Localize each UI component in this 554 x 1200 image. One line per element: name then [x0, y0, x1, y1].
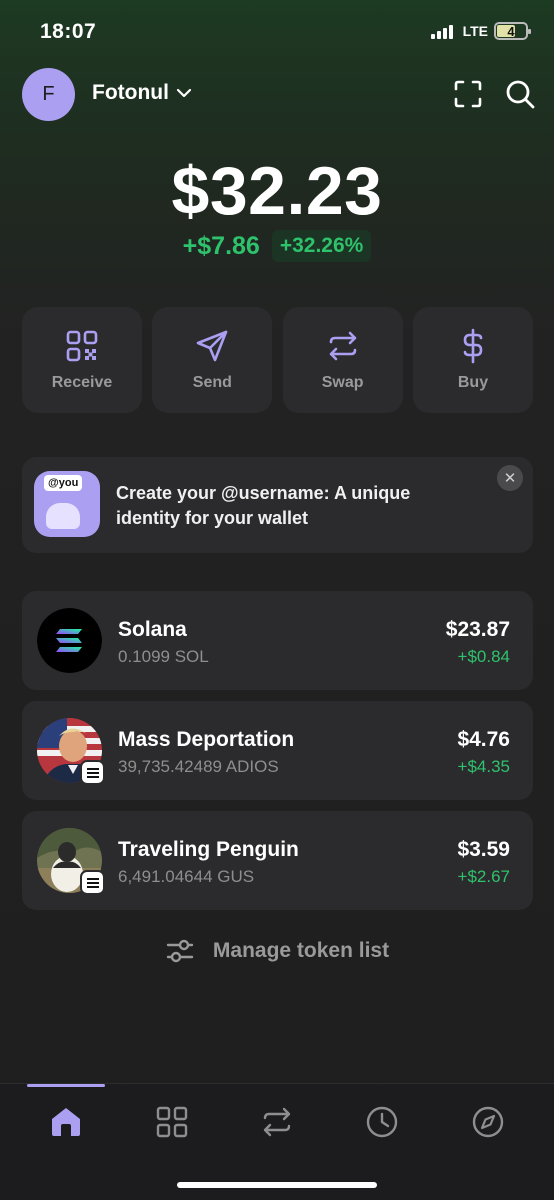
buy-button[interactable]: Buy: [412, 307, 533, 413]
status-bar: 18:07 LTE 4: [0, 0, 554, 64]
account-name: Fotonul: [92, 81, 169, 104]
receive-label: Receive: [51, 374, 113, 391]
balance-change: +$7.86 +32.26%: [0, 230, 554, 262]
ghost-icon: [46, 503, 80, 529]
swap-button[interactable]: Swap: [282, 307, 403, 413]
username-illustration: @you: [34, 471, 100, 537]
search-icon[interactable]: [504, 78, 536, 110]
username-promo-banner[interactable]: @you Create your @username: A unique ide…: [22, 457, 533, 553]
token-name: Traveling Penguin: [118, 838, 299, 861]
sliders-icon: [166, 939, 194, 963]
token-change: +$4.35: [457, 757, 510, 776]
token-change: +$2.67: [457, 867, 510, 886]
token-change: +$0.84: [457, 647, 510, 666]
token-value: $3.59: [457, 838, 510, 861]
balance-change-percent: +32.26%: [271, 230, 372, 262]
token-row-mass-deportation[interactable]: Mass Deportation 39,735.42489 ADIOS $4.7…: [22, 701, 533, 800]
status-time: 18:07: [40, 20, 97, 43]
history-icon[interactable]: [364, 1104, 400, 1140]
signal-icon: [430, 23, 453, 39]
grid-icon[interactable]: [154, 1104, 190, 1140]
home-icon[interactable]: [48, 1104, 84, 1140]
promo-text: Create your @username: A unique identity…: [116, 483, 411, 528]
send-icon: [197, 330, 228, 362]
avatar[interactable]: F: [22, 68, 75, 121]
receive-button[interactable]: Receive: [22, 307, 142, 413]
username-tag: @you: [44, 475, 83, 491]
swap-icon[interactable]: [259, 1104, 295, 1140]
close-icon[interactable]: ✕: [497, 465, 523, 491]
scan-icon[interactable]: [452, 78, 484, 110]
bottom-tab-bar: [0, 1083, 554, 1200]
token-name: Mass Deportation: [118, 728, 295, 751]
swap-icon: [329, 331, 356, 361]
solana-chain-badge-icon: [80, 870, 105, 895]
manage-token-list-button[interactable]: Manage token list: [0, 936, 554, 966]
active-tab-indicator: [27, 1084, 105, 1087]
battery-icon: 4: [494, 22, 531, 40]
account-switcher[interactable]: Fotonul: [92, 81, 193, 105]
swap-label: Swap: [321, 374, 364, 391]
total-balance: $32.23: [171, 153, 383, 229]
balance-change-amount: +$7.86: [182, 231, 260, 260]
send-button[interactable]: Send: [152, 307, 273, 413]
status-indicators: LTE 4: [430, 22, 531, 40]
token-row-solana[interactable]: Solana 0.1099 SOL $23.87 +$0.84: [22, 591, 533, 690]
buy-label: Buy: [457, 374, 489, 391]
chevron-down-icon: [176, 88, 192, 98]
token-row-traveling-penguin[interactable]: Traveling Penguin 6,491.04644 GUS $3.59 …: [22, 811, 533, 910]
home-indicator: [177, 1182, 377, 1188]
explore-icon[interactable]: [470, 1104, 506, 1140]
dollar-icon: [463, 328, 483, 364]
token-amount: 0.1099 SOL: [118, 647, 209, 666]
quick-actions: Receive Send Swap Buy: [22, 307, 533, 413]
header: F Fotonul: [22, 68, 536, 122]
solana-logo-icon: [37, 608, 102, 673]
token-amount: 39,735.42489 ADIOS: [118, 757, 279, 776]
token-value: $4.76: [457, 728, 510, 751]
network-type: LTE: [462, 23, 488, 39]
send-label: Send: [192, 374, 232, 391]
battery-level: 4: [507, 23, 515, 39]
token-name: Solana: [118, 618, 187, 641]
token-value: $23.87: [445, 618, 510, 641]
token-amount: 6,491.04644 GUS: [118, 867, 255, 886]
solana-chain-badge-icon: [80, 760, 105, 785]
qr-code-icon: [66, 330, 98, 362]
manage-token-list-label: Manage token list: [212, 939, 390, 962]
